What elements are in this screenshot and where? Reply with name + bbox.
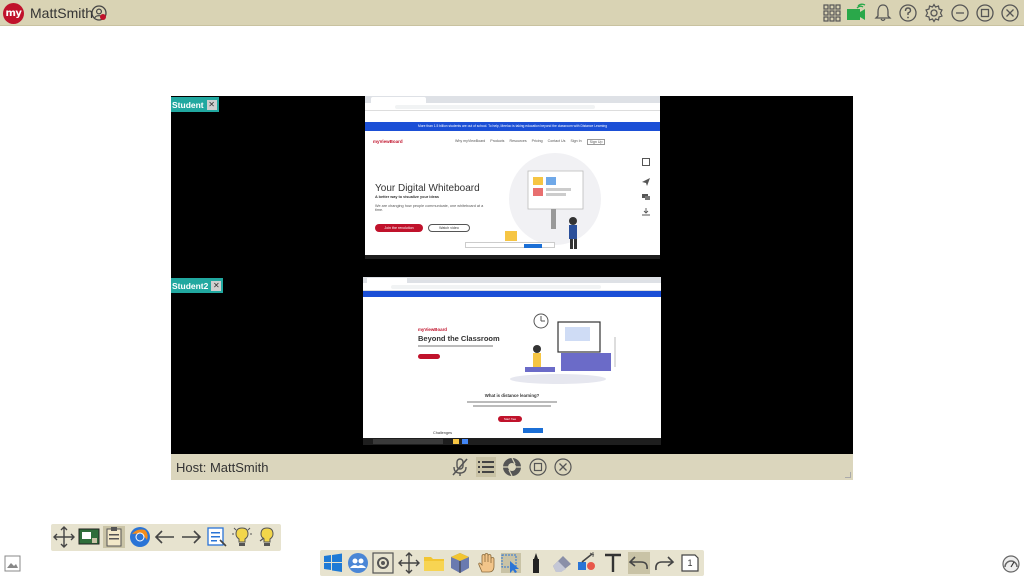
move-icon[interactable] [53, 526, 75, 548]
close-stream-icon[interactable]: ✕ [211, 280, 222, 291]
site-subline: A better way to visualize your ideas [375, 195, 440, 199]
status-gauge-icon[interactable] [1002, 555, 1020, 573]
cookie-notice [465, 242, 555, 248]
maximize-icon[interactable] [975, 3, 995, 23]
resize-grip[interactable] [845, 472, 851, 478]
close-icon[interactable] [1000, 3, 1020, 23]
bell-icon[interactable] [873, 3, 893, 23]
eraser-icon[interactable] [551, 552, 573, 574]
bulb-icon[interactable] [231, 526, 253, 548]
user-name: MattSmith [30, 5, 94, 21]
join-button[interactable]: Join the revolution [375, 224, 423, 232]
host-bar: Host: MattSmith [171, 454, 853, 480]
gear-icon[interactable] [924, 3, 944, 23]
nav-item[interactable]: Pricing [532, 139, 543, 145]
user-account-icon[interactable] [91, 5, 107, 21]
window-icon[interactable] [528, 457, 548, 477]
nav-item[interactable]: Sign In [570, 139, 581, 145]
title-bar: my MattSmith [0, 0, 1024, 26]
chat-widget[interactable] [523, 428, 543, 433]
side-chat-icon[interactable] [642, 188, 650, 200]
select-icon[interactable] [500, 552, 522, 574]
host-label: Host: MattSmith [176, 460, 269, 475]
list-icon[interactable] [476, 457, 496, 477]
arrow-right-icon[interactable] [180, 526, 202, 548]
mute-mic-icon[interactable] [450, 457, 470, 477]
left-toolbar [51, 524, 281, 551]
section-title: What is distance learning? [484, 393, 540, 398]
site-body: We are changing how people communicate, … [375, 204, 484, 212]
close-circle-icon[interactable] [553, 457, 573, 477]
clipboard-icon[interactable] [103, 526, 125, 548]
nav-signup[interactable]: Sign Up [586, 139, 606, 145]
windows-icon[interactable] [322, 552, 344, 574]
stream-tag-label: Student2 [172, 280, 209, 291]
people-icon[interactable] [347, 552, 369, 574]
text-icon[interactable] [602, 552, 624, 574]
start-free-button[interactable]: Start free [498, 416, 522, 422]
site-brand: myViewBoard [373, 139, 403, 144]
undo-icon[interactable] [628, 552, 650, 574]
move-tool-icon[interactable] [398, 552, 420, 574]
gallery-icon[interactable] [4, 555, 21, 572]
browser-bookmarks [365, 111, 660, 117]
stream-tag-student: Student ✕ [171, 97, 219, 112]
help-icon[interactable] [898, 3, 918, 23]
classroom-illustration [510, 313, 616, 384]
notice-banner [363, 291, 661, 297]
site-brand: myViewBoard [418, 327, 447, 332]
site-headline: Your Digital Whiteboard [375, 183, 480, 194]
browser-addressbar [363, 283, 661, 291]
toolbox-icon[interactable] [449, 552, 471, 574]
pen-icon[interactable] [525, 552, 547, 574]
stream-tag-label: Student [172, 99, 204, 110]
site-cta[interactable] [418, 354, 440, 359]
settings-cog-icon[interactable] [372, 552, 394, 574]
side-download-icon[interactable] [642, 203, 650, 216]
site-text-line [418, 345, 493, 347]
nav-item[interactable]: Products [490, 139, 504, 145]
browser-icon[interactable] [129, 526, 151, 548]
arrow-left-icon[interactable] [154, 526, 176, 548]
bulb-alt-icon[interactable] [256, 526, 278, 548]
app-logo: my [3, 3, 24, 24]
browser-tabbar [365, 96, 660, 103]
magic-icon[interactable] [576, 552, 598, 574]
side-send-icon[interactable] [642, 173, 650, 186]
page-number: 1 [687, 558, 693, 568]
watch-video-button[interactable]: Watch video [428, 224, 470, 232]
apps-grid-icon[interactable] [822, 3, 842, 23]
nav-item[interactable]: Resources [509, 139, 526, 145]
site-nav: Why myViewBoard Products Resources Prici… [455, 139, 606, 145]
page-indicator[interactable]: 1 [679, 552, 701, 574]
close-stream-icon[interactable]: ✕ [206, 99, 217, 110]
notice-banner: More than 1.5 billion students are out o… [365, 122, 660, 131]
bottom-toolbar: 1 [320, 550, 704, 576]
minimize-icon[interactable] [950, 3, 970, 23]
nav-item[interactable]: Contact Us [548, 139, 566, 145]
folder-icon[interactable] [423, 552, 445, 574]
nav-item[interactable]: Why myViewBoard [455, 139, 485, 145]
section-text-line [473, 405, 551, 407]
whiteboard-illustration [505, 153, 601, 249]
side-tool-icon[interactable] [642, 158, 650, 166]
notes-icon[interactable] [206, 526, 228, 548]
stream-tag-student2: Student2 ✕ [171, 278, 224, 293]
student-taskbar [365, 255, 660, 259]
student-streams-panel: Student ✕ More than 1.5 billion students… [171, 96, 853, 454]
screen-share-icon[interactable] [78, 526, 100, 548]
redo-icon[interactable] [653, 552, 675, 574]
site-headline: Beyond the Classroom [418, 334, 500, 343]
student-screen-2[interactable]: myViewBoard Beyond the Classroom What is… [363, 277, 661, 445]
section-text-line [467, 401, 557, 403]
app-window: my MattSmith Student ✕ More than 1.5 bil… [0, 0, 1024, 576]
camera-icon[interactable] [846, 3, 866, 23]
browser-addressbar [365, 103, 660, 111]
footer-text: Challenges [433, 431, 452, 435]
camera-shutter-icon[interactable] [502, 457, 522, 477]
student-screen-1[interactable]: More than 1.5 billion students are out o… [365, 96, 660, 259]
student-taskbar [363, 438, 661, 445]
hand-icon[interactable] [475, 552, 497, 574]
